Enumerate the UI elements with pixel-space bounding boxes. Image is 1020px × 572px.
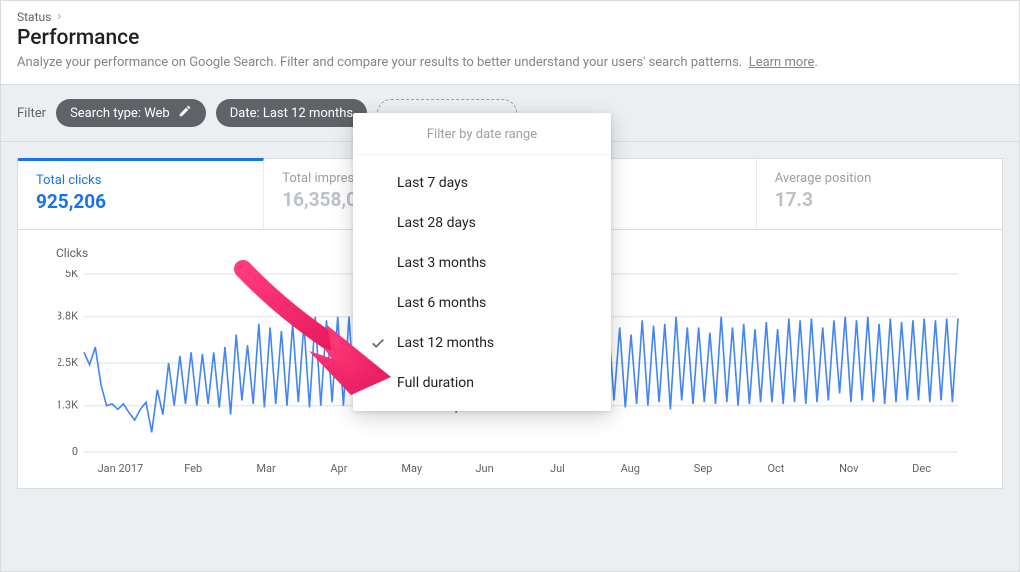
metric-tab-3[interactable]: Average position 17.3 xyxy=(757,159,1002,229)
search-type-chip-label: Search type: Web xyxy=(70,106,170,121)
breadcrumb-parent[interactable]: Status xyxy=(17,10,51,24)
svg-text:Apr: Apr xyxy=(330,462,347,475)
date-range-option-label: Full duration xyxy=(397,375,474,391)
svg-text:Jul: Jul xyxy=(550,462,565,475)
svg-text:Mar: Mar xyxy=(256,462,276,475)
svg-text:Feb: Feb xyxy=(184,462,202,475)
svg-text:5K: 5K xyxy=(65,270,78,280)
learn-more-link[interactable]: Learn more xyxy=(749,55,815,70)
date-range-option[interactable]: Last 7 days xyxy=(353,163,611,203)
date-range-chip[interactable]: Date: Last 12 months xyxy=(216,99,367,127)
svg-text:3.8K: 3.8K xyxy=(58,310,78,323)
pencil-icon xyxy=(178,104,192,122)
svg-text:May: May xyxy=(401,462,423,475)
metric-value: 925,206 xyxy=(36,190,245,213)
date-range-option-label: Last 3 months xyxy=(397,255,486,271)
svg-text:Jun: Jun xyxy=(475,462,493,475)
svg-text:Jan 2017: Jan 2017 xyxy=(98,462,144,475)
date-range-option-label: Last 6 months xyxy=(397,295,486,311)
svg-text:1.3K: 1.3K xyxy=(58,399,78,412)
search-type-chip[interactable]: Search type: Web xyxy=(56,99,206,127)
metric-label: Total clicks xyxy=(36,173,245,188)
date-range-option[interactable]: Last 3 months xyxy=(353,243,611,283)
svg-text:2.5K: 2.5K xyxy=(58,356,78,369)
breadcrumb[interactable]: Status › xyxy=(17,9,1003,24)
metric-label: Average position xyxy=(775,171,984,186)
subtitle-text: Analyze your performance on Google Searc… xyxy=(17,55,742,70)
date-range-option-label: Last 7 days xyxy=(397,175,468,191)
check-icon xyxy=(369,334,387,352)
date-range-option[interactable]: Last 6 months xyxy=(353,283,611,323)
date-range-chip-label: Date: Last 12 months xyxy=(230,106,353,121)
page-title: Performance xyxy=(17,26,1003,50)
metric-value: 17.3 xyxy=(775,188,984,211)
date-range-option-label: Last 12 months xyxy=(397,335,494,351)
date-range-option[interactable]: Last 28 days xyxy=(353,203,611,243)
date-range-option-label: Last 28 days xyxy=(397,215,476,231)
filter-label: Filter xyxy=(17,106,46,121)
svg-text:Oct: Oct xyxy=(767,462,784,475)
svg-text:Aug: Aug xyxy=(621,462,640,475)
chevron-right-icon: › xyxy=(57,9,61,24)
date-range-option[interactable]: Full duration xyxy=(353,363,611,403)
svg-text:Nov: Nov xyxy=(839,462,859,475)
svg-text:0: 0 xyxy=(72,445,78,458)
page-subtitle: Analyze your performance on Google Searc… xyxy=(17,54,1003,72)
dropdown-header: Filter by date range xyxy=(353,113,611,155)
metric-tab-0[interactable]: Total clicks 925,206 xyxy=(18,158,264,229)
date-range-dropdown: Filter by date range Last 7 days Last 28 … xyxy=(353,113,611,411)
svg-text:Dec: Dec xyxy=(912,462,931,475)
svg-text:Sep: Sep xyxy=(694,462,713,475)
date-range-option[interactable]: Last 12 months xyxy=(353,323,611,363)
